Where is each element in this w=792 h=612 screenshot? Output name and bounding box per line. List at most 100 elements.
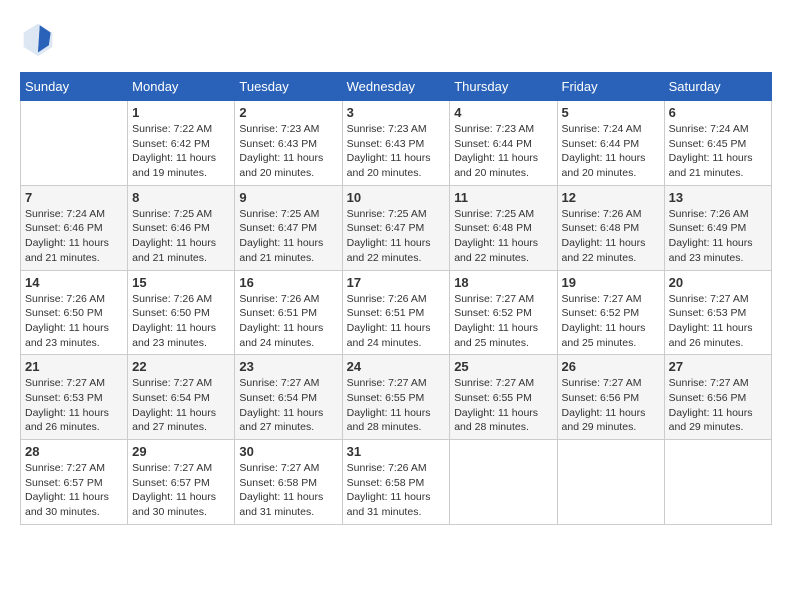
logo-icon <box>20 20 56 56</box>
week-row-1: 7 Sunrise: 7:24 AM Sunset: 6:46 PM Dayli… <box>21 185 772 270</box>
day-info: Sunrise: 7:26 AM Sunset: 6:51 PM Dayligh… <box>347 292 446 351</box>
day-info: Sunrise: 7:27 AM Sunset: 6:57 PM Dayligh… <box>132 461 230 520</box>
day-number: 28 <box>25 444 123 459</box>
day-number: 26 <box>562 359 660 374</box>
calendar-cell: 22 Sunrise: 7:27 AM Sunset: 6:54 PM Dayl… <box>128 355 235 440</box>
week-row-0: 1 Sunrise: 7:22 AM Sunset: 6:42 PM Dayli… <box>21 101 772 186</box>
day-info: Sunrise: 7:26 AM Sunset: 6:58 PM Dayligh… <box>347 461 446 520</box>
calendar-cell: 14 Sunrise: 7:26 AM Sunset: 6:50 PM Dayl… <box>21 270 128 355</box>
day-number: 18 <box>454 275 552 290</box>
calendar-cell: 21 Sunrise: 7:27 AM Sunset: 6:53 PM Dayl… <box>21 355 128 440</box>
week-row-4: 28 Sunrise: 7:27 AM Sunset: 6:57 PM Dayl… <box>21 440 772 525</box>
day-number: 13 <box>669 190 767 205</box>
header-friday: Friday <box>557 73 664 101</box>
header-saturday: Saturday <box>664 73 771 101</box>
day-number: 3 <box>347 105 446 120</box>
day-number: 1 <box>132 105 230 120</box>
day-number: 10 <box>347 190 446 205</box>
day-info: Sunrise: 7:23 AM Sunset: 6:43 PM Dayligh… <box>239 122 337 181</box>
day-info: Sunrise: 7:27 AM Sunset: 6:53 PM Dayligh… <box>669 292 767 351</box>
calendar-cell: 24 Sunrise: 7:27 AM Sunset: 6:55 PM Dayl… <box>342 355 450 440</box>
day-info: Sunrise: 7:27 AM Sunset: 6:55 PM Dayligh… <box>347 376 446 435</box>
calendar-table: SundayMondayTuesdayWednesdayThursdayFrid… <box>20 72 772 525</box>
header-monday: Monday <box>128 73 235 101</box>
day-number: 8 <box>132 190 230 205</box>
day-info: Sunrise: 7:27 AM Sunset: 6:52 PM Dayligh… <box>454 292 552 351</box>
calendar-cell: 17 Sunrise: 7:26 AM Sunset: 6:51 PM Dayl… <box>342 270 450 355</box>
day-number: 4 <box>454 105 552 120</box>
day-number: 11 <box>454 190 552 205</box>
calendar-cell: 2 Sunrise: 7:23 AM Sunset: 6:43 PM Dayli… <box>235 101 342 186</box>
day-number: 7 <box>25 190 123 205</box>
week-row-2: 14 Sunrise: 7:26 AM Sunset: 6:50 PM Dayl… <box>21 270 772 355</box>
header-tuesday: Tuesday <box>235 73 342 101</box>
calendar-cell: 5 Sunrise: 7:24 AM Sunset: 6:44 PM Dayli… <box>557 101 664 186</box>
day-info: Sunrise: 7:27 AM Sunset: 6:58 PM Dayligh… <box>239 461 337 520</box>
day-info: Sunrise: 7:27 AM Sunset: 6:56 PM Dayligh… <box>562 376 660 435</box>
day-number: 30 <box>239 444 337 459</box>
calendar-cell <box>450 440 557 525</box>
calendar-cell: 29 Sunrise: 7:27 AM Sunset: 6:57 PM Dayl… <box>128 440 235 525</box>
day-info: Sunrise: 7:27 AM Sunset: 6:56 PM Dayligh… <box>669 376 767 435</box>
calendar-cell: 28 Sunrise: 7:27 AM Sunset: 6:57 PM Dayl… <box>21 440 128 525</box>
calendar-cell: 30 Sunrise: 7:27 AM Sunset: 6:58 PM Dayl… <box>235 440 342 525</box>
day-info: Sunrise: 7:26 AM Sunset: 6:50 PM Dayligh… <box>25 292 123 351</box>
calendar-cell: 3 Sunrise: 7:23 AM Sunset: 6:43 PM Dayli… <box>342 101 450 186</box>
day-number: 15 <box>132 275 230 290</box>
calendar-cell: 4 Sunrise: 7:23 AM Sunset: 6:44 PM Dayli… <box>450 101 557 186</box>
day-number: 17 <box>347 275 446 290</box>
header-sunday: Sunday <box>21 73 128 101</box>
day-info: Sunrise: 7:27 AM Sunset: 6:55 PM Dayligh… <box>454 376 552 435</box>
calendar-cell: 20 Sunrise: 7:27 AM Sunset: 6:53 PM Dayl… <box>664 270 771 355</box>
calendar-header-row: SundayMondayTuesdayWednesdayThursdayFrid… <box>21 73 772 101</box>
calendar-cell: 18 Sunrise: 7:27 AM Sunset: 6:52 PM Dayl… <box>450 270 557 355</box>
day-info: Sunrise: 7:23 AM Sunset: 6:43 PM Dayligh… <box>347 122 446 181</box>
calendar-cell: 25 Sunrise: 7:27 AM Sunset: 6:55 PM Dayl… <box>450 355 557 440</box>
day-info: Sunrise: 7:27 AM Sunset: 6:53 PM Dayligh… <box>25 376 123 435</box>
day-number: 24 <box>347 359 446 374</box>
calendar-cell: 27 Sunrise: 7:27 AM Sunset: 6:56 PM Dayl… <box>664 355 771 440</box>
page-header <box>20 20 772 56</box>
day-number: 6 <box>669 105 767 120</box>
calendar-cell: 13 Sunrise: 7:26 AM Sunset: 6:49 PM Dayl… <box>664 185 771 270</box>
header-thursday: Thursday <box>450 73 557 101</box>
day-number: 9 <box>239 190 337 205</box>
calendar-cell <box>664 440 771 525</box>
week-row-3: 21 Sunrise: 7:27 AM Sunset: 6:53 PM Dayl… <box>21 355 772 440</box>
calendar-cell: 10 Sunrise: 7:25 AM Sunset: 6:47 PM Dayl… <box>342 185 450 270</box>
calendar-cell <box>557 440 664 525</box>
day-number: 5 <box>562 105 660 120</box>
day-info: Sunrise: 7:26 AM Sunset: 6:51 PM Dayligh… <box>239 292 337 351</box>
calendar-cell: 11 Sunrise: 7:25 AM Sunset: 6:48 PM Dayl… <box>450 185 557 270</box>
day-info: Sunrise: 7:22 AM Sunset: 6:42 PM Dayligh… <box>132 122 230 181</box>
day-info: Sunrise: 7:25 AM Sunset: 6:48 PM Dayligh… <box>454 207 552 266</box>
day-info: Sunrise: 7:27 AM Sunset: 6:54 PM Dayligh… <box>132 376 230 435</box>
calendar-cell: 23 Sunrise: 7:27 AM Sunset: 6:54 PM Dayl… <box>235 355 342 440</box>
logo <box>20 20 60 56</box>
calendar-cell: 9 Sunrise: 7:25 AM Sunset: 6:47 PM Dayli… <box>235 185 342 270</box>
day-info: Sunrise: 7:24 AM Sunset: 6:44 PM Dayligh… <box>562 122 660 181</box>
day-number: 25 <box>454 359 552 374</box>
calendar-cell: 16 Sunrise: 7:26 AM Sunset: 6:51 PM Dayl… <box>235 270 342 355</box>
calendar-cell: 6 Sunrise: 7:24 AM Sunset: 6:45 PM Dayli… <box>664 101 771 186</box>
day-number: 27 <box>669 359 767 374</box>
day-info: Sunrise: 7:26 AM Sunset: 6:48 PM Dayligh… <box>562 207 660 266</box>
day-info: Sunrise: 7:26 AM Sunset: 6:50 PM Dayligh… <box>132 292 230 351</box>
calendar-cell: 15 Sunrise: 7:26 AM Sunset: 6:50 PM Dayl… <box>128 270 235 355</box>
day-info: Sunrise: 7:25 AM Sunset: 6:47 PM Dayligh… <box>347 207 446 266</box>
calendar-cell: 19 Sunrise: 7:27 AM Sunset: 6:52 PM Dayl… <box>557 270 664 355</box>
day-number: 22 <box>132 359 230 374</box>
day-number: 21 <box>25 359 123 374</box>
day-info: Sunrise: 7:27 AM Sunset: 6:52 PM Dayligh… <box>562 292 660 351</box>
calendar-cell <box>21 101 128 186</box>
day-info: Sunrise: 7:24 AM Sunset: 6:45 PM Dayligh… <box>669 122 767 181</box>
calendar-cell: 31 Sunrise: 7:26 AM Sunset: 6:58 PM Dayl… <box>342 440 450 525</box>
day-number: 31 <box>347 444 446 459</box>
day-info: Sunrise: 7:23 AM Sunset: 6:44 PM Dayligh… <box>454 122 552 181</box>
day-info: Sunrise: 7:25 AM Sunset: 6:47 PM Dayligh… <box>239 207 337 266</box>
day-number: 14 <box>25 275 123 290</box>
day-number: 2 <box>239 105 337 120</box>
calendar-cell: 1 Sunrise: 7:22 AM Sunset: 6:42 PM Dayli… <box>128 101 235 186</box>
day-number: 12 <box>562 190 660 205</box>
day-number: 29 <box>132 444 230 459</box>
